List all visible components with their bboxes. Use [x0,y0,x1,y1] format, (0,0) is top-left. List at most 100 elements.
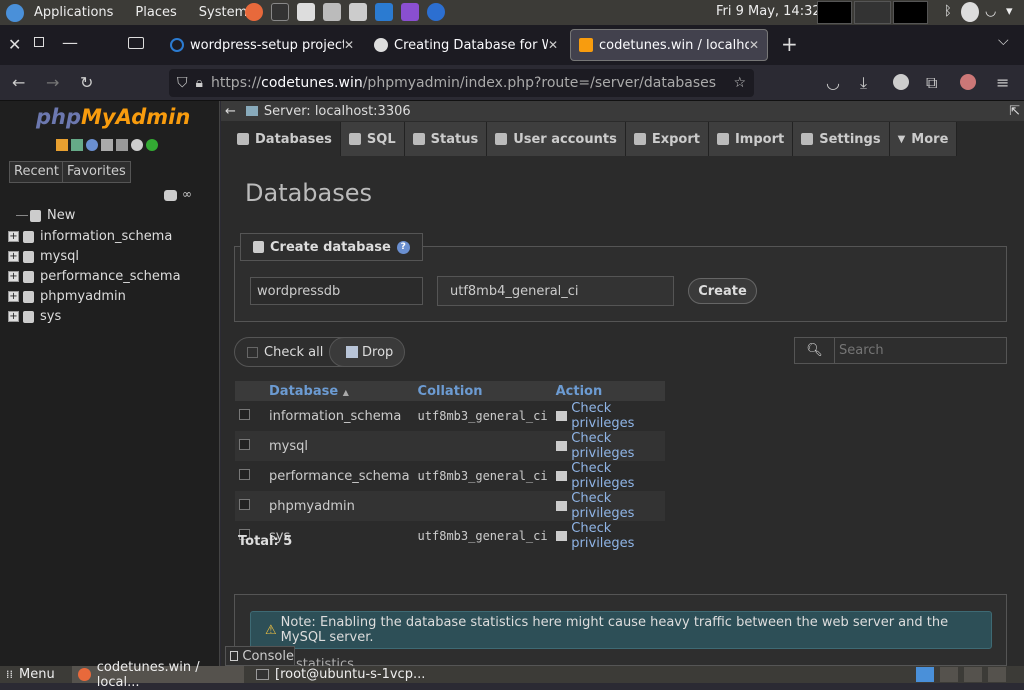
check-privileges-link[interactable]: Check privileges [555,401,661,431]
recent-button[interactable]: Recent [9,161,64,183]
text-editor-launcher-icon[interactable] [297,3,315,21]
database-link[interactable]: information_schema [265,401,414,431]
navigation-settings-icon[interactable] [116,139,128,151]
reload-icon[interactable]: ↻ [80,73,93,92]
wifi-icon[interactable]: ◡ [985,4,996,19]
shield-icon[interactable]: ⛉ [177,75,188,91]
downloads-icon[interactable]: ⤓ [860,73,867,93]
tree-item-sys[interactable]: + sys [8,309,61,324]
server-link[interactable]: Server: localhost:3306 [264,104,411,119]
url-bar[interactable]: ⛉ 🔒︎ https://codetunes.win/phpmyadmin/in… [169,69,754,97]
anki-launcher-icon[interactable] [427,3,445,21]
search-input[interactable] [835,338,1006,363]
new-tab-icon[interactable]: + [781,32,798,56]
row-checkbox[interactable] [239,408,250,420]
help-icon[interactable]: ? [396,240,410,254]
workspace-4[interactable] [988,667,1006,682]
expand-icon[interactable]: + [8,291,19,302]
tab-codetunes-localhost[interactable]: codetunes.win / localhost ✕ [570,29,768,61]
column-header-database[interactable]: Database ▲ [265,381,414,401]
tab-creating-database[interactable]: Creating Database for Wo ✕ [366,29,566,61]
bookmark-star-icon[interactable]: ☆ [733,75,746,91]
sql-docs-icon[interactable] [101,139,113,151]
account-icon[interactable] [893,74,909,90]
files-launcher-icon[interactable] [323,3,341,21]
check-all-checkbox[interactable] [247,346,258,358]
taskbar-item-terminal[interactable]: [root@ubuntu-s-1vcp... [252,666,425,683]
tab-sql[interactable]: SQL [340,122,405,156]
phpmyadmin-logo[interactable]: phpMyAdmin [36,105,190,129]
vscode-launcher-icon[interactable] [375,3,393,21]
row-checkbox[interactable] [239,468,250,480]
tree-item-performance-schema[interactable]: + performance_schema [8,269,181,284]
collapse-navigation-icon[interactable]: ← [225,104,236,119]
lock-icon[interactable]: 🔒︎ [196,75,203,91]
power-icon[interactable]: ▾ [1006,4,1013,19]
applications-menu[interactable]: Applications [34,5,113,20]
pocket-icon[interactable]: ◡ [826,73,840,92]
gear-icon[interactable] [131,139,143,151]
tab-close-icon[interactable]: ✕ [548,38,558,52]
tab-status[interactable]: Status [404,122,488,156]
home-icon[interactable] [56,139,68,151]
expand-icon[interactable]: + [8,251,19,262]
tab-close-icon[interactable]: ✕ [749,38,759,52]
menu-button[interactable]: ⁞⁞ Menu [6,666,55,683]
tree-item-new[interactable]: New [16,208,75,223]
link-with-main-icon[interactable]: ∞ [182,187,192,201]
distro-logo-icon[interactable] [6,3,24,22]
taskbar-item-firefox[interactable]: codetunes.win / local... [72,660,244,690]
tab-user-accounts[interactable]: User accounts [487,122,626,156]
list-tabs-icon[interactable]: ⌵ [998,33,1009,49]
tab-export[interactable]: Export [625,122,709,156]
workspace-1[interactable] [916,667,934,682]
column-header-collation[interactable]: Collation [413,381,552,401]
database-link[interactable]: performance_schema [265,461,414,491]
extension-icon[interactable] [960,74,976,90]
tree-item-phpmyadmin[interactable]: + phpmyadmin [8,289,126,304]
reload-navigation-icon[interactable] [146,139,158,151]
tree-item-mysql[interactable]: + mysql [8,249,79,264]
expand-icon[interactable]: + [8,311,19,322]
expand-icon[interactable]: + [8,231,19,242]
workspace-switcher[interactable] [916,666,1006,683]
logout-icon[interactable] [71,139,83,151]
docs-icon[interactable] [86,139,98,151]
favorites-button[interactable]: Favorites [62,161,131,183]
tab-more[interactable]: ▼ More [889,122,958,156]
database-name-input[interactable]: wordpressdb [250,277,423,305]
expand-icon[interactable]: + [8,271,19,282]
close-window-icon[interactable]: ✕ [8,35,21,54]
collapse-all-icon[interactable] [164,190,177,201]
database-link[interactable]: phpmyadmin [265,491,414,521]
row-checkbox[interactable] [239,498,250,510]
system-menu[interactable]: System [199,5,247,20]
tab-settings[interactable]: Settings [793,122,890,156]
check-privileges-link[interactable]: Check privileges [555,431,661,461]
hamburger-menu-icon[interactable]: ≡ [996,73,1009,92]
collation-select[interactable]: utf8mb4_general_ci [437,276,674,306]
back-icon[interactable]: ← [12,73,25,92]
extensions-icon[interactable]: ⧉ [926,73,937,93]
create-button[interactable]: Create [688,278,757,304]
tab-close-icon[interactable]: ✕ [344,38,354,52]
drop-button[interactable]: Drop [329,337,405,367]
places-menu[interactable]: Places [135,5,176,20]
tab-databases[interactable]: Databases [229,122,341,156]
minimize-window-icon[interactable]: — [62,33,78,52]
restore-window-icon[interactable] [34,37,44,47]
firefox-launcher-icon[interactable] [245,3,263,21]
user-avatar-icon[interactable] [961,2,979,22]
workspace-2[interactable] [940,667,958,682]
tab-wordpress-setup[interactable]: wordpress-setup project ✕ [162,29,362,61]
app-launcher-icon[interactable] [401,3,419,21]
terminal-launcher-icon[interactable] [271,3,289,21]
tab-overview-icon[interactable] [128,37,144,49]
check-privileges-link[interactable]: Check privileges [555,521,661,551]
database-link[interactable]: mysql [265,431,414,461]
scroll-top-icon[interactable]: ⇱ [1009,104,1020,119]
clock[interactable]: Fri 9 May, 14:32 [716,4,821,19]
forward-icon[interactable]: → [46,73,59,92]
check-privileges-link[interactable]: Check privileges [555,461,661,491]
tree-item-information-schema[interactable]: + information_schema [8,229,172,244]
